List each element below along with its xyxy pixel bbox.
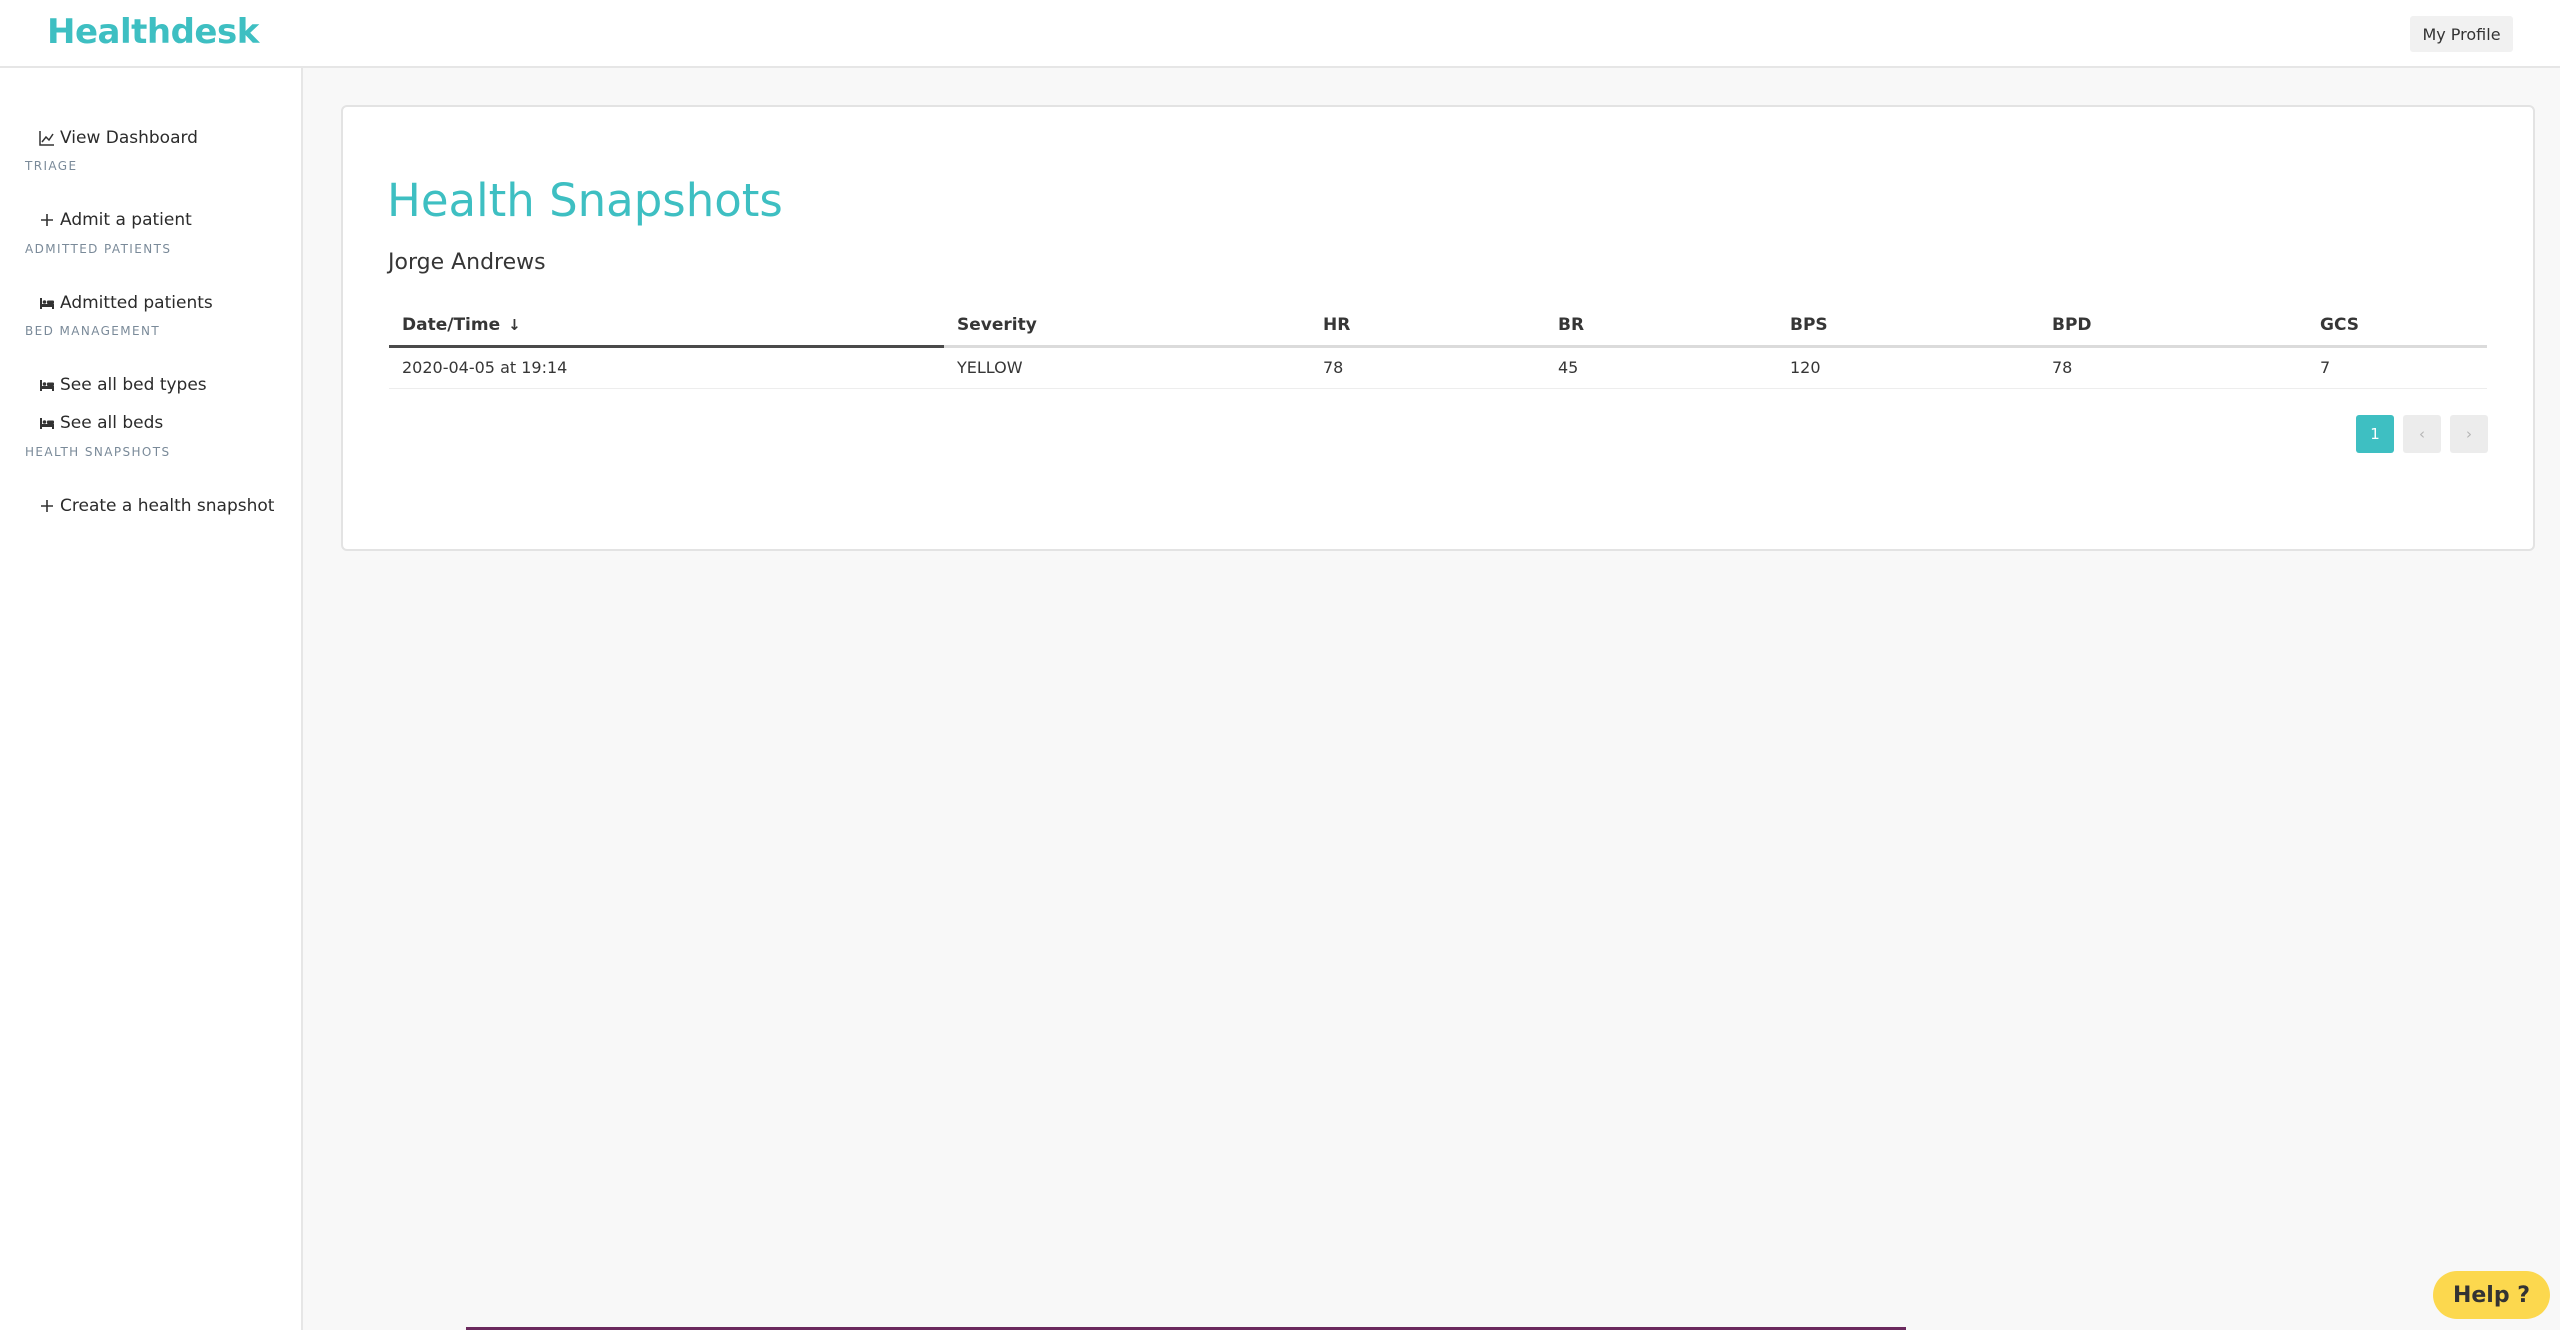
bed-icon — [37, 375, 57, 395]
column-header-br[interactable]: BR — [1545, 306, 1777, 348]
sidebar-item-admitted-patients[interactable]: Admitted patients — [37, 289, 213, 317]
menu-label-health-snapshots: HEALTH SNAPSHOTS — [25, 445, 171, 459]
cell-datetime: 2020-04-05 at 19:14 — [389, 346, 944, 389]
sidebar-item-all-beds[interactable]: See all beds — [37, 409, 163, 437]
page-title: Health Snapshots — [387, 174, 783, 227]
help-button[interactable]: Help ? — [2433, 1271, 2550, 1319]
column-header-hr[interactable]: HR — [1310, 306, 1545, 348]
sidebar-item-bed-types[interactable]: See all bed types — [37, 371, 207, 399]
cell-bpd: 78 — [2039, 346, 2307, 389]
cell-gcs: 7 — [2307, 346, 2487, 389]
sidebar-item-label: Admit a patient — [60, 210, 192, 230]
cell-hr: 78 — [1310, 346, 1545, 389]
cell-br: 45 — [1545, 346, 1777, 389]
pagination-page-1[interactable]: 1 — [2356, 415, 2394, 453]
snapshots-table: Date/Time ↓ Severity HR BR BPS BPD GCS 20… — [389, 306, 2487, 389]
sidebar-item-label: See all bed types — [60, 375, 207, 395]
menu-label-triage: TRIAGE — [25, 159, 78, 173]
sort-down-icon: ↓ — [508, 316, 521, 335]
column-header-label: Date/Time — [402, 315, 501, 336]
patient-name: Jorge Andrews — [388, 250, 546, 275]
table-row[interactable]: 2020-04-05 at 19:14 YELLOW 78 45 120 78 … — [389, 346, 2487, 389]
sidebar: View Dashboard TRIAGE Admit a patient AD… — [0, 68, 303, 1330]
bed-icon — [37, 413, 57, 433]
sidebar-item-label: Admitted patients — [60, 293, 213, 313]
plus-icon — [37, 210, 57, 230]
table-header-row: Date/Time ↓ Severity HR BR BPS BPD GCS — [389, 306, 2487, 348]
chart-line-icon — [37, 128, 57, 148]
chevron-left-icon[interactable]: ‹ — [2403, 415, 2441, 453]
column-header-gcs[interactable]: GCS — [2307, 306, 2487, 348]
cell-severity: YELLOW — [944, 346, 1310, 389]
sidebar-item-label: View Dashboard — [60, 128, 198, 148]
cell-bps: 120 — [1777, 346, 2039, 389]
sidebar-item-label: Create a health snapshot — [60, 496, 275, 516]
column-header-datetime[interactable]: Date/Time ↓ — [389, 306, 944, 348]
sidebar-item-admit-patient[interactable]: Admit a patient — [37, 206, 192, 234]
brand-logo[interactable]: Healthdesk — [47, 12, 259, 52]
my-profile-button[interactable]: My Profile — [2410, 16, 2513, 52]
sidebar-item-view-dashboard[interactable]: View Dashboard — [37, 124, 198, 152]
top-navbar: Healthdesk My Profile — [0, 0, 2560, 68]
menu-label-admitted-patients: ADMITTED PATIENTS — [25, 242, 172, 256]
column-header-severity[interactable]: Severity — [944, 306, 1310, 348]
bed-icon — [37, 293, 57, 313]
column-header-bpd[interactable]: BPD — [2039, 306, 2307, 348]
plus-icon — [37, 496, 57, 516]
menu-label-bed-management: BED MANAGEMENT — [25, 324, 161, 338]
chevron-right-icon[interactable]: › — [2450, 415, 2488, 453]
sidebar-item-create-snapshot[interactable]: Create a health snapshot — [37, 492, 274, 520]
sidebar-item-label: See all beds — [60, 413, 164, 433]
column-header-bps[interactable]: BPS — [1777, 306, 2039, 348]
